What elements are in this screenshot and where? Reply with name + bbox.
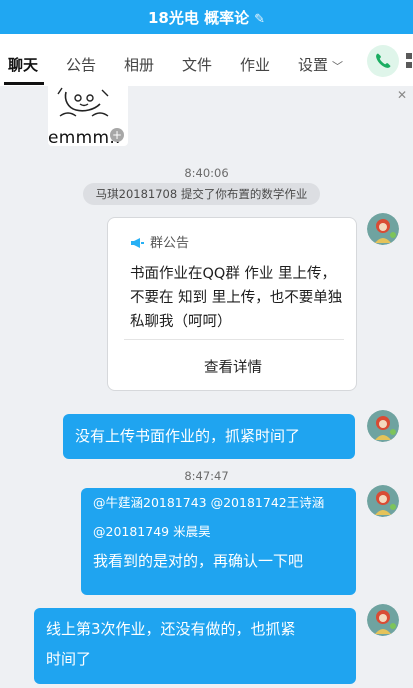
- message-bubble[interactable]: @牛莛涵20181743 @20181742王诗涵 @20181749 米晨昊 …: [81, 488, 356, 595]
- avatar[interactable]: [367, 410, 399, 442]
- tab-announcements[interactable]: 公告: [66, 54, 96, 75]
- chat-area[interactable]: ✕ emmm.. + 8:40:06 马琪20181708 提交了你布置的数学作…: [0, 86, 413, 688]
- announcement-header: 群公告: [130, 232, 189, 253]
- tab-bar: 聊天 公告 相册 文件 作业 设置 ﹀: [0, 34, 413, 86]
- mention-line[interactable]: @牛莛涵20181743 @20181742王诗涵: [93, 489, 324, 517]
- message-bubble[interactable]: 没有上传书面作业的，抓紧时间了: [63, 414, 355, 459]
- tab-files[interactable]: 文件: [182, 54, 212, 75]
- mention-line[interactable]: @20181749 米晨昊: [93, 518, 211, 546]
- avatar[interactable]: [367, 604, 399, 636]
- sticker-drawing: [57, 87, 109, 117]
- timestamp: 8:40:06: [184, 166, 229, 180]
- grid-icon[interactable]: [406, 53, 413, 71]
- sticker-image[interactable]: emmm.. +: [48, 86, 128, 148]
- phone-icon: [376, 53, 391, 68]
- message-text-line: 时间了: [46, 650, 92, 668]
- view-details-link[interactable]: 查看详情: [108, 356, 358, 377]
- announcement-header-label: 群公告: [150, 236, 190, 251]
- megaphone-icon: [130, 237, 144, 253]
- announcement-card[interactable]: 群公告 书面作业在QQ群 作业 里上传，不要在 知到 里上传，也不要单独私聊我（…: [107, 217, 357, 391]
- message-text: 我看到的是对的，再确认一下吧: [93, 552, 304, 570]
- chevron-down-icon: ﹀: [332, 60, 344, 73]
- tab-chat[interactable]: 聊天: [8, 54, 38, 75]
- tab-homework[interactable]: 作业: [240, 54, 270, 75]
- group-title[interactable]: 18光电 概率论 ✎: [0, 7, 413, 28]
- tab-album[interactable]: 相册: [124, 54, 154, 75]
- pencil-edit-icon[interactable]: ✎: [254, 12, 265, 27]
- call-button[interactable]: [367, 45, 399, 77]
- announcement-body: 书面作业在QQ群 作业 里上传，不要在 知到 里上传，也不要单独私聊我（呵呵）: [130, 266, 343, 330]
- avatar-image: [367, 485, 399, 517]
- title-bar: 18光电 概率论 ✎: [0, 0, 413, 34]
- avatar[interactable]: [367, 485, 399, 517]
- timestamp: 8:47:47: [184, 469, 229, 483]
- close-icon[interactable]: ✕: [397, 88, 407, 102]
- tab-settings[interactable]: 设置 ﹀: [298, 54, 343, 75]
- tab-settings-label: 设置: [298, 56, 329, 74]
- avatar-image: [367, 410, 399, 442]
- divider: [124, 339, 344, 340]
- message-text: 没有上传书面作业的，抓紧时间了: [75, 427, 301, 445]
- group-name: 18光电 概率论: [147, 9, 250, 27]
- active-tab-indicator: [4, 82, 44, 85]
- message-text-line: 线上第3次作业，还没有做的，也抓紧: [46, 620, 296, 638]
- avatar[interactable]: [367, 213, 399, 245]
- zoom-plus-icon[interactable]: +: [110, 128, 124, 142]
- message-bubble[interactable]: 线上第3次作业，还没有做的，也抓紧 时间了: [34, 608, 356, 684]
- system-notice: 马琪20181708 提交了你布置的数学作业: [83, 183, 320, 205]
- avatar-image: [367, 604, 399, 636]
- avatar-image: [367, 213, 399, 245]
